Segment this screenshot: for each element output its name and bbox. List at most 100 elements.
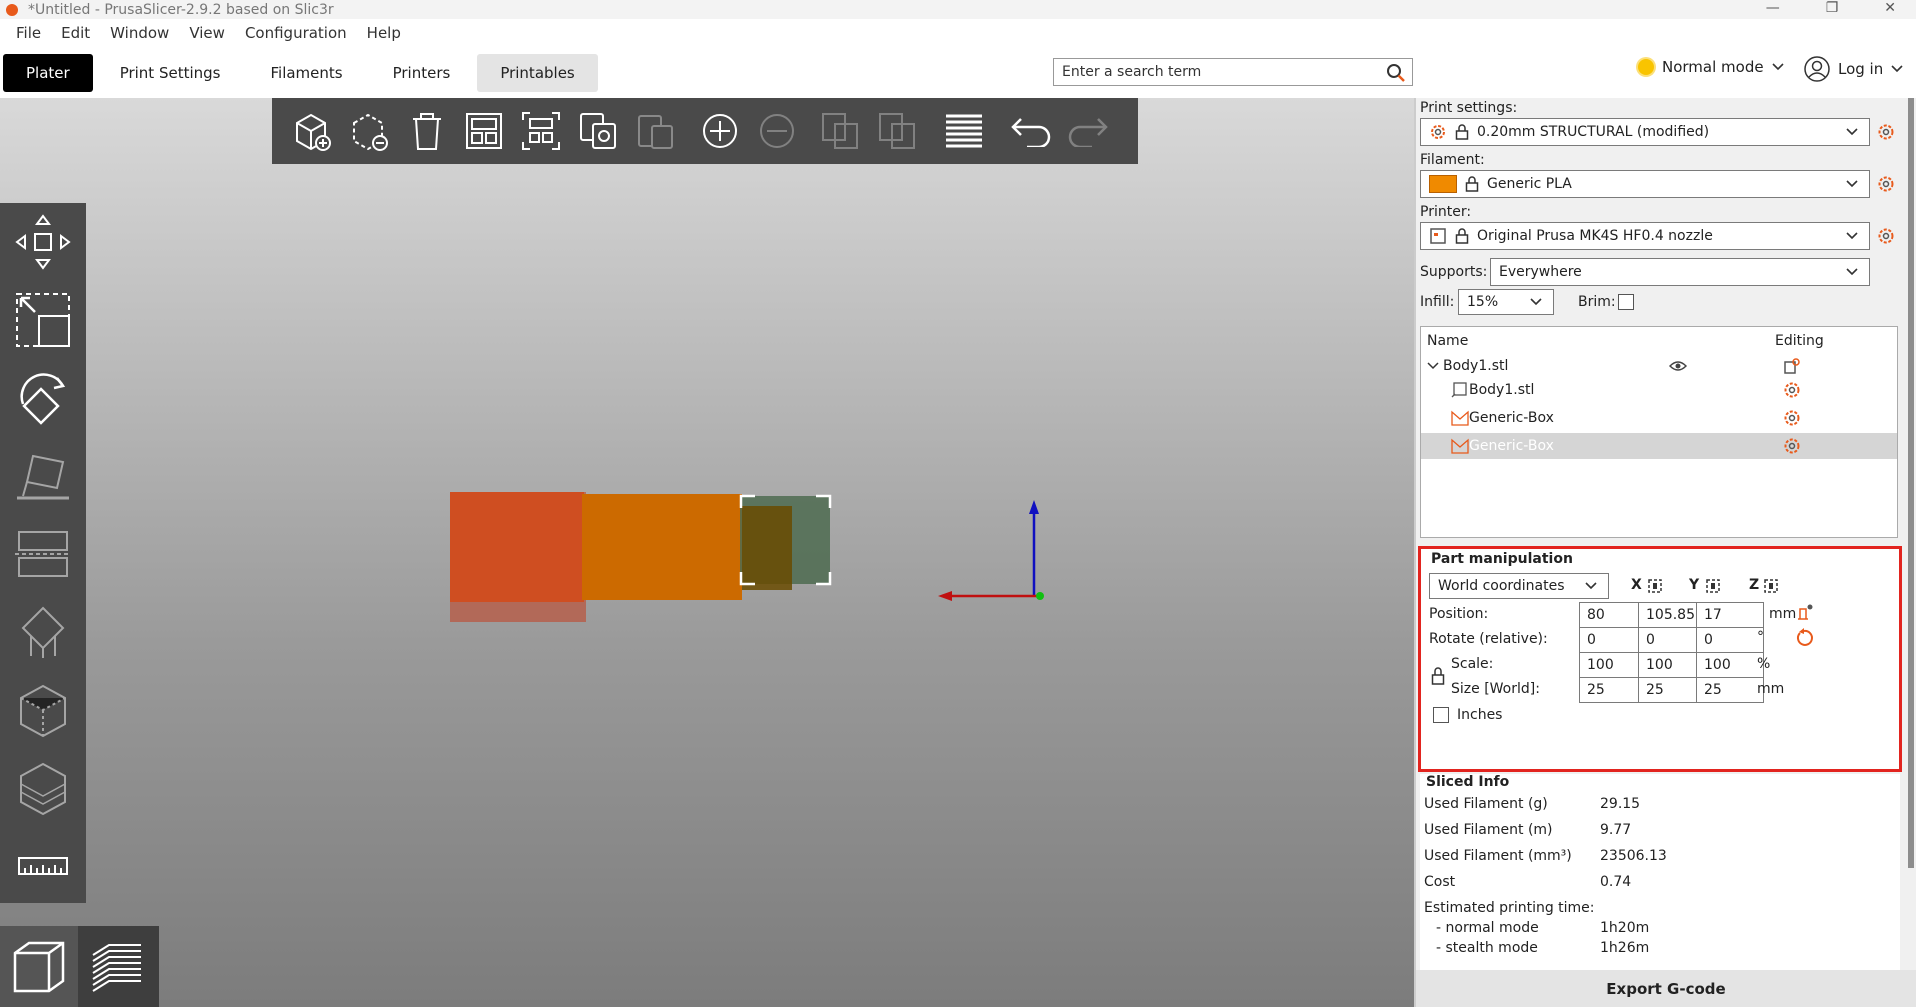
3d-view-button[interactable]	[0, 926, 78, 1007]
modifier-row-selected[interactable]: Generic-Box	[1421, 433, 1897, 459]
copy-button[interactable]	[569, 103, 626, 159]
menu-window[interactable]: Window	[100, 24, 179, 42]
place-on-face-button[interactable]	[0, 437, 86, 515]
coordinate-system-combo[interactable]: World coordinates	[1429, 573, 1609, 599]
paste-button[interactable]	[626, 103, 683, 159]
scene-objects[interactable]	[0, 98, 1414, 1007]
restore-icon[interactable]: ❐	[1826, 0, 1839, 16]
size-z-field[interactable]: 25	[1696, 677, 1764, 703]
redo-button[interactable]	[1059, 103, 1116, 159]
lock-icon[interactable]	[1431, 667, 1445, 685]
rotate-z-field[interactable]: 0	[1696, 627, 1764, 653]
col-name-header[interactable]: Name	[1427, 333, 1468, 349]
part-row[interactable]: Body1.stl	[1421, 377, 1897, 403]
tab-printables[interactable]: Printables	[477, 54, 598, 92]
size-x-field[interactable]: 25	[1579, 677, 1647, 703]
add-instance-button[interactable]	[691, 103, 748, 159]
modifier-icon	[1451, 438, 1469, 454]
delete-all-button[interactable]	[398, 103, 455, 159]
search-input[interactable]: Enter a search term	[1053, 58, 1413, 86]
brim-checkbox[interactable]	[1618, 294, 1634, 310]
filament-combo[interactable]: Generic PLA	[1420, 170, 1870, 198]
normal-mode-value: 1h20m	[1600, 920, 1650, 936]
chevron-down-icon[interactable]	[1427, 361, 1439, 371]
tab-printers[interactable]: Printers	[370, 54, 474, 92]
menu-file[interactable]: File	[6, 24, 51, 42]
app-window: *Untitled - PrusaSlicer-2.9.2 based on S…	[0, 0, 1916, 1007]
reset-rotation-icon[interactable]	[1796, 628, 1814, 646]
arrange-selection-button[interactable]	[512, 103, 569, 159]
menu-help[interactable]: Help	[357, 24, 411, 42]
scale-x-field[interactable]: 100	[1579, 652, 1647, 678]
body1-part-a[interactable]	[450, 492, 586, 622]
layers-editing-button[interactable]	[935, 103, 992, 159]
mmu-painting-button[interactable]	[0, 749, 86, 827]
eye-icon[interactable]	[1669, 359, 1687, 373]
add-object-button[interactable]	[284, 103, 341, 159]
position-x-field[interactable]: 80	[1579, 602, 1647, 628]
drop-to-bed-icon[interactable]	[1763, 578, 1779, 594]
cut-tool-button[interactable]	[0, 515, 86, 593]
infill-combo[interactable]: 15%	[1458, 289, 1554, 315]
printer-combo[interactable]: Original Prusa MK4S HF0.4 nozzle	[1420, 222, 1870, 250]
edit-settings-icon[interactable]	[1783, 357, 1801, 375]
scrollbar-thumb[interactable]	[1908, 98, 1914, 868]
scale-tool-button[interactable]	[0, 281, 86, 359]
gear-icon[interactable]	[1783, 437, 1801, 455]
tab-print-settings[interactable]: Print Settings	[97, 54, 244, 92]
gear-icon[interactable]	[1877, 123, 1895, 141]
body1-part-a-top[interactable]	[450, 492, 584, 602]
remove-instance-button[interactable]	[748, 103, 805, 159]
search-icon[interactable]	[1386, 63, 1406, 83]
mode-selector[interactable]: Normal mode	[1638, 58, 1784, 76]
generic-box-inner[interactable]	[742, 506, 792, 590]
supports-combo[interactable]: Everywhere	[1490, 258, 1870, 286]
cube-icon	[13, 941, 65, 992]
move-tool-button[interactable]	[0, 203, 86, 281]
chevron-down-icon	[1846, 180, 1858, 188]
sidebar-scrollbar[interactable]	[1908, 98, 1914, 868]
supports-painting-button[interactable]	[0, 593, 86, 671]
search-placeholder: Enter a search term	[1062, 64, 1202, 80]
used-filament-m-value: 9.77	[1600, 822, 1632, 838]
drop-to-bed-icon[interactable]	[1705, 578, 1721, 594]
brim-label: Brim:	[1578, 294, 1616, 310]
body1-part-b[interactable]	[582, 494, 742, 600]
inches-checkbox[interactable]	[1433, 707, 1449, 723]
close-icon[interactable]: ✕	[1884, 0, 1896, 16]
menu-configuration[interactable]: Configuration	[235, 24, 357, 42]
menu-view[interactable]: View	[179, 24, 235, 42]
minimize-icon[interactable]: —	[1766, 0, 1780, 16]
delete-object-button[interactable]	[341, 103, 398, 159]
generic-box-selected[interactable]	[740, 496, 830, 584]
scale-z-field[interactable]: 100	[1696, 652, 1764, 678]
gear-icon[interactable]	[1783, 409, 1801, 427]
menu-edit[interactable]: Edit	[51, 24, 100, 42]
rotate-tool-button[interactable]	[0, 359, 86, 437]
drop-to-bed-icon[interactable]	[1647, 578, 1663, 594]
export-gcode-button[interactable]: Export G-code	[1416, 970, 1916, 1007]
print-settings-combo[interactable]: 0.20mm STRUCTURAL (modified)	[1420, 118, 1870, 146]
modifier-row[interactable]: Generic-Box	[1421, 405, 1897, 431]
object-row[interactable]: Body1.stl	[1421, 353, 1897, 379]
preview-button[interactable]	[78, 926, 156, 1007]
position-z-field[interactable]: 17	[1696, 602, 1764, 628]
chevron-down-icon	[1530, 298, 1542, 306]
col-editing-header[interactable]: Editing	[1775, 333, 1824, 349]
measure-tool-button[interactable]	[0, 827, 86, 905]
filament-color-swatch[interactable]	[1429, 175, 1457, 193]
split-objects-button[interactable]	[811, 103, 868, 159]
tab-plater[interactable]: Plater	[3, 54, 93, 92]
undo-button[interactable]	[1002, 103, 1059, 159]
gear-icon[interactable]	[1877, 175, 1895, 193]
login-button[interactable]: Log in	[1804, 56, 1903, 82]
rotate-x-field[interactable]: 0	[1579, 627, 1647, 653]
3d-canvas[interactable]	[0, 98, 1414, 1007]
tab-filaments[interactable]: Filaments	[247, 54, 365, 92]
gear-icon[interactable]	[1783, 381, 1801, 399]
split-parts-button[interactable]	[868, 103, 925, 159]
drop-to-bed-button-icon[interactable]	[1796, 603, 1814, 621]
gear-icon[interactable]	[1877, 227, 1895, 245]
seam-painting-button[interactable]	[0, 671, 86, 749]
arrange-button[interactable]	[455, 103, 512, 159]
